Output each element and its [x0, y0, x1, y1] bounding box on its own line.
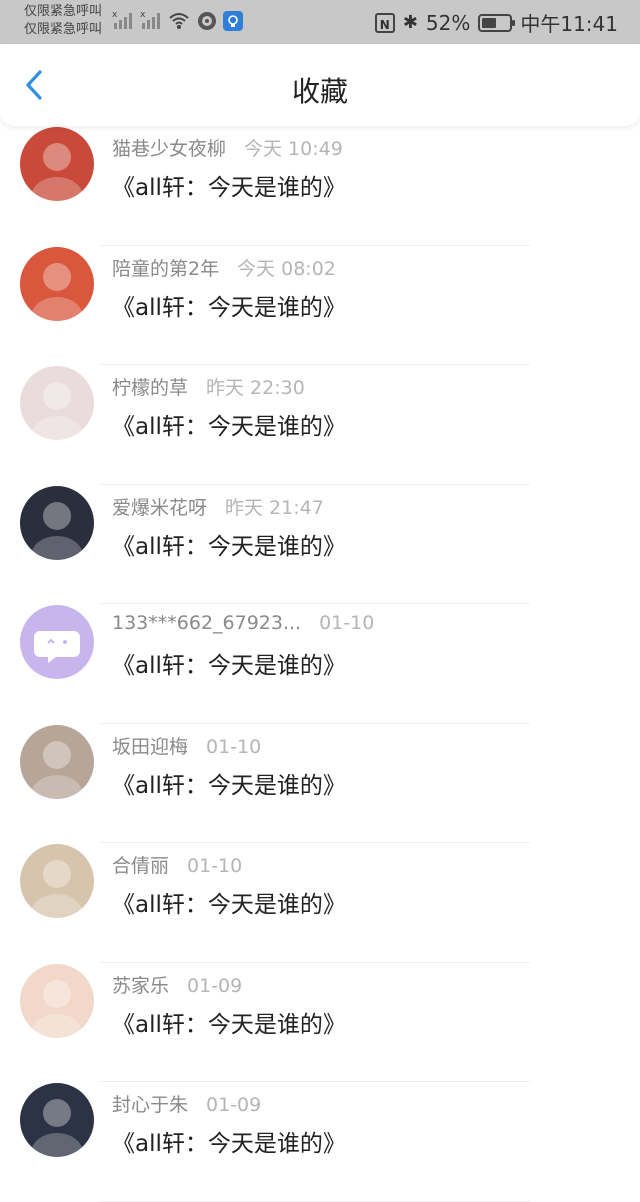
svg-text:x: x	[112, 10, 118, 20]
status-bar: 仅限紧急呼叫 仅限紧急呼叫 x x N ✱ 52% 中午11:41	[0, 0, 640, 44]
favorite-title[interactable]: 《all轩：今天是谁的》	[112, 766, 346, 800]
wifi-icon	[168, 10, 190, 32]
battery-percent: 52%	[425, 10, 471, 35]
status-time: 中午11:41	[520, 12, 618, 36]
user-name[interactable]: 合倩丽	[112, 855, 169, 877]
user-name[interactable]: 坂田迎梅	[112, 736, 188, 758]
favorite-title[interactable]: 《all轩：今天是谁的》	[112, 885, 346, 919]
list-item[interactable]: 猫巷少女夜柳 今天 10:49 《all轩：今天是谁的》	[0, 126, 640, 246]
user-name[interactable]: 柠檬的草	[112, 377, 188, 399]
favorites-list: 猫巷少女夜柳 今天 10:49 《all轩：今天是谁的》 陪童的第2年 今天 08:02…	[0, 126, 640, 1202]
user-name[interactable]: 陪童的第2年	[112, 258, 219, 280]
clock-icon	[196, 10, 218, 32]
timestamp: 01-10	[187, 855, 243, 877]
list-item[interactable]: 柠檬的草 昨天 22:30 《all轩：今天是谁的》	[0, 365, 640, 485]
item-meta: 封心于朱 01-09	[112, 1090, 261, 1117]
status-right-group: N ✱ 52% 中午11:41	[374, 8, 618, 37]
security-icon	[222, 10, 244, 32]
timestamp: 01-09	[206, 1094, 262, 1116]
carrier-line-2: 仅限紧急呼叫	[24, 22, 103, 37]
navigation-header: 收藏	[0, 44, 640, 126]
item-meta: 合倩丽 01-10	[112, 851, 242, 878]
favorite-title[interactable]: 《all轩：今天是谁的》	[112, 168, 346, 202]
timestamp: 今天 10:49	[244, 138, 343, 160]
list-item[interactable]: 爱爆米花呀 昨天 21:47 《all轩：今天是谁的》	[0, 485, 640, 604]
signal-icon: x	[140, 9, 162, 34]
user-name[interactable]: 133***662_67923...	[112, 612, 301, 634]
avatar[interactable]	[20, 485, 94, 560]
battery-icon	[478, 13, 516, 32]
avatar[interactable]	[20, 366, 94, 440]
favorite-title[interactable]: 《all轩：今天是谁的》	[112, 1124, 346, 1158]
user-name[interactable]: 猫巷少女夜柳	[112, 138, 226, 160]
timestamp: 昨天 22:30	[206, 377, 305, 399]
favorite-title[interactable]: 《all轩：今天是谁的》	[112, 1005, 346, 1039]
avatar[interactable]	[20, 844, 94, 918]
bluetooth-icon: ✱	[402, 12, 418, 33]
avatar[interactable]	[20, 724, 94, 799]
list-item[interactable]: 苏家乐 01-09 《all轩：今天是谁的》	[0, 963, 640, 1082]
item-meta: 柠檬的草 昨天 22:30	[112, 373, 305, 400]
list-item[interactable]: 133***662_67923... 01-10 《all轩：今天是谁的》	[0, 604, 640, 724]
avatar-default-icon[interactable]	[20, 605, 94, 679]
carrier-label: 仅限紧急呼叫 仅限紧急呼叫	[24, 3, 102, 39]
item-meta: 陪童的第2年 今天 08:02	[112, 254, 336, 281]
page-title: 收藏	[291, 75, 348, 108]
timestamp: 01-10	[319, 612, 375, 634]
battery-fill	[482, 17, 497, 28]
timestamp: 01-09	[187, 974, 243, 997]
carrier-line-1: 仅限紧急呼叫	[24, 4, 103, 19]
user-name[interactable]: 封心于朱	[112, 1094, 188, 1116]
item-meta: 坂田迎梅 01-10	[112, 732, 261, 759]
signal-icon: x	[112, 9, 134, 34]
divider	[100, 1200, 530, 1202]
timestamp: 昨天 21:47	[225, 496, 324, 519]
list-item[interactable]: 坂田迎梅 01-10 《all轩：今天是谁的》	[0, 724, 640, 843]
favorite-title[interactable]: 《all轩：今天是谁的》	[112, 288, 346, 322]
nfc-icon: N	[374, 12, 395, 33]
user-name[interactable]: 苏家乐	[112, 975, 169, 997]
svg-text:x: x	[140, 10, 146, 20]
item-meta: 猫巷少女夜柳 今天 10:49	[112, 134, 343, 161]
item-meta: 苏家乐 01-09	[112, 971, 242, 998]
list-item[interactable]: 封心于朱 01-09 《all轩：今天是谁的》	[0, 1082, 640, 1202]
item-meta: 爱爆米花呀 昨天 21:47	[112, 493, 324, 520]
avatar[interactable]	[20, 127, 94, 201]
list-item[interactable]: 合倩丽 01-10 《all轩：今天是谁的》	[0, 843, 640, 963]
list-item[interactable]: 陪童的第2年 今天 08:02 《all轩：今天是谁的》	[0, 246, 640, 365]
timestamp: 今天 08:02	[237, 257, 336, 280]
avatar[interactable]	[20, 963, 94, 1038]
avatar[interactable]	[20, 246, 94, 321]
timestamp: 01-10	[206, 735, 262, 758]
user-name[interactable]: 爱爆米花呀	[112, 497, 207, 519]
favorite-title[interactable]: 《all轩：今天是谁的》	[112, 407, 346, 441]
item-meta: 133***662_67923... 01-10	[112, 612, 374, 634]
favorite-title[interactable]: 《all轩：今天是谁的》	[112, 527, 346, 561]
favorite-title[interactable]: 《all轩：今天是谁的》	[112, 646, 346, 680]
avatar[interactable]	[20, 1083, 94, 1157]
